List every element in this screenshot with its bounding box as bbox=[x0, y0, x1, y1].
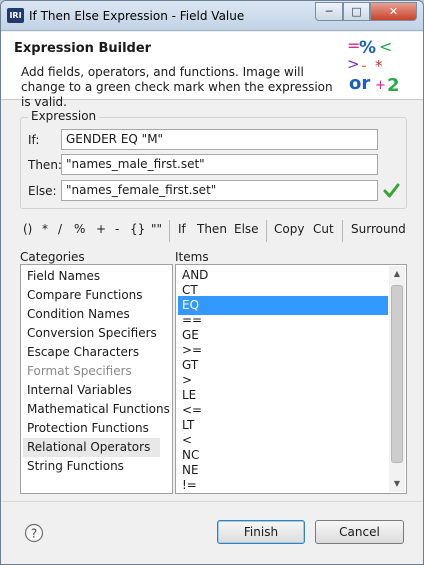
category-item[interactable]: Escape Characters bbox=[23, 343, 160, 362]
svg-text:or: or bbox=[349, 73, 370, 94]
then-label: Then: bbox=[28, 158, 62, 172]
finish-button[interactable]: Finish bbox=[217, 520, 305, 544]
copy-button[interactable]: Copy bbox=[274, 222, 304, 236]
svg-text:>: > bbox=[347, 55, 360, 73]
dialog-header: Expression Builder Add fields, operators… bbox=[1, 32, 423, 109]
category-item[interactable]: String Functions bbox=[23, 457, 160, 476]
scroll-down-arrow-icon[interactable]: ▼ bbox=[389, 476, 405, 492]
category-item[interactable]: Condition Names bbox=[23, 305, 160, 324]
help-icon[interactable]: ? bbox=[24, 523, 44, 543]
minimize-button[interactable]: ─ bbox=[315, 2, 343, 21]
category-item: Format Specifiers bbox=[27, 364, 132, 378]
valid-checkmark-icon bbox=[383, 183, 400, 198]
category-item[interactable]: Mathematical Functions bbox=[23, 400, 170, 419]
category-item[interactable]: Protection Functions bbox=[23, 419, 160, 438]
expression-group-label: Expression bbox=[28, 109, 100, 123]
svg-text:*: * bbox=[375, 57, 383, 75]
minimize-icon: ─ bbox=[325, 5, 333, 18]
app-icon: IRI bbox=[7, 8, 24, 23]
then-field[interactable]: "names_male_first.set" bbox=[61, 154, 378, 175]
quotes-button[interactable]: "" bbox=[151, 222, 162, 236]
toolbar-separator bbox=[266, 220, 267, 242]
toolbar-separator bbox=[169, 220, 170, 242]
categories-list[interactable]: Field Names Compare Functions Condition … bbox=[20, 264, 173, 494]
close-icon: ✕ bbox=[388, 5, 399, 18]
divide-button[interactable]: / bbox=[58, 222, 62, 236]
scroll-up-arrow-icon[interactable]: ▲ bbox=[389, 266, 405, 282]
operator-toolbar: () * / % + - {} "" If Then Else Copy Cut… bbox=[18, 220, 410, 242]
svg-text:%: % bbox=[359, 38, 376, 58]
window-title: If Then Else Expression - Field Value bbox=[29, 9, 245, 23]
items-label: Items bbox=[175, 250, 209, 264]
category-item[interactable]: Internal Variables bbox=[23, 381, 160, 400]
parentheses-button[interactable]: () bbox=[23, 222, 32, 236]
category-item-selected[interactable]: Relational Operators bbox=[23, 438, 160, 457]
maximize-icon: □ bbox=[351, 5, 362, 18]
else-label: Else: bbox=[28, 184, 57, 198]
modulo-button[interactable]: % bbox=[74, 222, 85, 236]
minus-button[interactable]: - bbox=[115, 222, 119, 236]
then-keyword-button[interactable]: Then bbox=[197, 222, 227, 236]
expression-builder-art-icon: = % < > - * or + 2 bbox=[345, 35, 405, 95]
dialog-window: IRI If Then Else Expression - Field Valu… bbox=[0, 0, 424, 565]
header-title: Expression Builder bbox=[14, 41, 152, 56]
svg-text:2: 2 bbox=[387, 75, 400, 95]
svg-text:?: ? bbox=[31, 527, 37, 541]
toolbar-separator bbox=[342, 220, 343, 242]
if-label: If: bbox=[28, 133, 40, 147]
surround-button[interactable]: Surround bbox=[351, 222, 406, 236]
category-item[interactable]: Conversion Specifiers bbox=[23, 324, 160, 343]
categories-label: Categories bbox=[20, 250, 85, 264]
else-keyword-button[interactable]: Else bbox=[234, 222, 259, 236]
scroll-thumb[interactable] bbox=[391, 285, 403, 463]
cut-button[interactable]: Cut bbox=[313, 222, 334, 236]
svg-text:<: < bbox=[379, 37, 392, 56]
else-field[interactable]: "names_female_first.set" bbox=[61, 180, 378, 201]
svg-text:+: + bbox=[375, 78, 386, 93]
close-button[interactable]: ✕ bbox=[370, 2, 417, 21]
if-keyword-button[interactable]: If bbox=[178, 222, 186, 236]
items-scrollbar[interactable]: ▲ ▼ bbox=[389, 266, 405, 492]
item-row[interactable]: != bbox=[178, 476, 388, 495]
cancel-button[interactable]: Cancel bbox=[315, 520, 404, 544]
title-bar[interactable]: IRI If Then Else Expression - Field Valu… bbox=[1, 1, 423, 31]
plus-button[interactable]: + bbox=[96, 222, 106, 236]
items-list[interactable]: AND CT EQ == GE >= GT > LE <= LT < NC NE… bbox=[175, 264, 407, 494]
braces-button[interactable]: {} bbox=[130, 222, 145, 236]
if-field[interactable]: GENDER EQ "M" bbox=[61, 129, 378, 150]
multiply-button[interactable]: * bbox=[42, 222, 48, 236]
maximize-button[interactable]: □ bbox=[343, 2, 370, 21]
category-item[interactable]: Compare Functions bbox=[23, 286, 160, 305]
header-description: Add fields, operators, and functions. Im… bbox=[21, 65, 333, 109]
category-item[interactable]: Field Names bbox=[23, 267, 160, 286]
